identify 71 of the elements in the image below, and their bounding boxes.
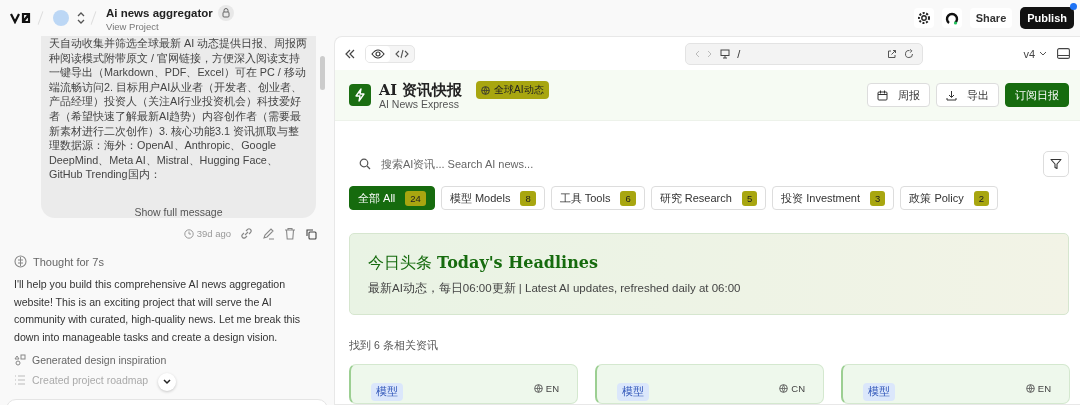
refresh-icon[interactable] [904, 48, 915, 59]
chevron-down-icon [163, 379, 171, 385]
count-badge: 3 [870, 190, 886, 206]
scroll-down-button[interactable] [158, 373, 176, 391]
category-tag: 模型 [617, 383, 649, 401]
global-ai-badge: 全球AI动态 [476, 81, 549, 99]
news-card[interactable]: 模型 EN [841, 364, 1070, 404]
news-card[interactable]: 模型 EN [349, 364, 578, 404]
count-badge: 2 [973, 190, 990, 206]
view-project-link[interactable]: View Project [106, 20, 234, 32]
message-text: 天自动收集并筛选全球最新 AI 动态提供日报、周报两种阅读模式附带原文 / 官网链接，方便深入阅读支持一键导出（Markdown、PDF、Excel）可在 PC / 移动端流畅访问2. 目标用户AI从业者（开发者、创业者、产品经理）投资人（关注AI行业投资机会）科技爱好者（希望快速了解最新AI趋势）内容创作者（需要最新素材进行二次创作）3. 核心功能3.1 资讯抓取与整理数据源：海外：OpenAI、Anthropic、Google DeepMind、Meta AI、Mistral、Hugging Face、GitHub Trending国内： [49, 36, 308, 183]
category-tab[interactable]: 政策 Policy 2 [900, 186, 999, 210]
search-icon [359, 158, 371, 170]
headline-title: 今日头条 Today's Headlines [368, 252, 599, 274]
lightning-logo-icon [349, 84, 371, 106]
monitor-icon[interactable] [720, 48, 731, 59]
news-card[interactable]: 模型 CN [595, 364, 824, 404]
github-icon[interactable] [941, 8, 962, 28]
weekly-button[interactable]: 周报 [867, 83, 930, 107]
list-icon [14, 374, 26, 386]
export-button[interactable]: 导出 [936, 83, 999, 107]
share-button[interactable]: Share [969, 8, 1013, 28]
download-icon [946, 89, 957, 101]
language-label: EN [533, 383, 559, 394]
category-tab[interactable]: 全部 All 24 [349, 186, 435, 210]
language-label: CN [779, 383, 805, 394]
category-tag: 模型 [371, 383, 403, 401]
notification-dot [1070, 3, 1077, 10]
edit-icon[interactable] [262, 227, 275, 240]
assistant-reply: I'll help you build this comprehensive AI news aggregation website! This is an exciting project that will serve the AI community with curated, high-quality news. Let me break this down into manageable tasks and create a design vision. [14, 277, 302, 345]
calendar-icon [877, 89, 888, 101]
lock-icon [217, 4, 234, 21]
site-subtitle: AI News Express [379, 97, 459, 110]
chevron-up-down-icon[interactable] [77, 12, 85, 24]
count-badge: 6 [620, 190, 636, 206]
search-field[interactable]: 搜索AI资讯... Search AI news... [379, 157, 1025, 171]
category-tab[interactable]: 工具 Tools 6 [550, 186, 645, 210]
project-title: Ai news aggregator [106, 6, 213, 19]
subscribe-button[interactable]: 订阅日报 [1005, 83, 1069, 107]
preview-eye-icon[interactable] [366, 45, 390, 62]
url-path: / [737, 47, 741, 60]
step-label: Created project roadmap [32, 374, 149, 386]
language-label: EN [1025, 383, 1051, 394]
url-bar[interactable]: / [685, 42, 924, 65]
copy-icon[interactable] [305, 227, 317, 240]
result-count: 找到 6 条相关资讯 [349, 339, 439, 353]
category-tab[interactable]: 研究 Research 5 [650, 186, 767, 210]
filter-icon[interactable] [1043, 151, 1069, 177]
count-badge: 24 [405, 190, 426, 206]
step-label: Generated design inspiration [32, 354, 167, 366]
category-tab[interactable]: 投资 Investment 3 [772, 186, 895, 210]
site-title: AI 资讯快报 [379, 80, 463, 98]
shapes-icon [14, 354, 26, 366]
external-link-icon[interactable] [887, 48, 898, 59]
count-badge: 5 [741, 190, 758, 206]
message-time: 39d ago [196, 228, 231, 239]
link-icon[interactable] [240, 227, 253, 240]
show-full-message-button[interactable]: Show full message [49, 206, 308, 218]
settings-icon[interactable] [913, 8, 934, 28]
clock-icon [183, 228, 194, 239]
category-tab[interactable]: 模型 Models 8 [440, 186, 545, 210]
category-tag: 模型 [863, 383, 895, 401]
headline-subtitle: 最新AI动态，每日06:00更新 | Latest AI updates, refreshed daily at 06:00 [368, 280, 742, 296]
logo-icon[interactable] [10, 12, 32, 24]
version-dropdown[interactable]: v4 [1023, 47, 1047, 60]
chevron-down-icon [1039, 51, 1047, 56]
trash-icon[interactable] [284, 227, 296, 240]
thought-label[interactable]: Thought for 7s [33, 255, 104, 268]
scrollbar-thumb[interactable] [320, 56, 325, 90]
panel-layout-icon[interactable] [1055, 46, 1072, 61]
count-badge: 8 [520, 190, 536, 206]
